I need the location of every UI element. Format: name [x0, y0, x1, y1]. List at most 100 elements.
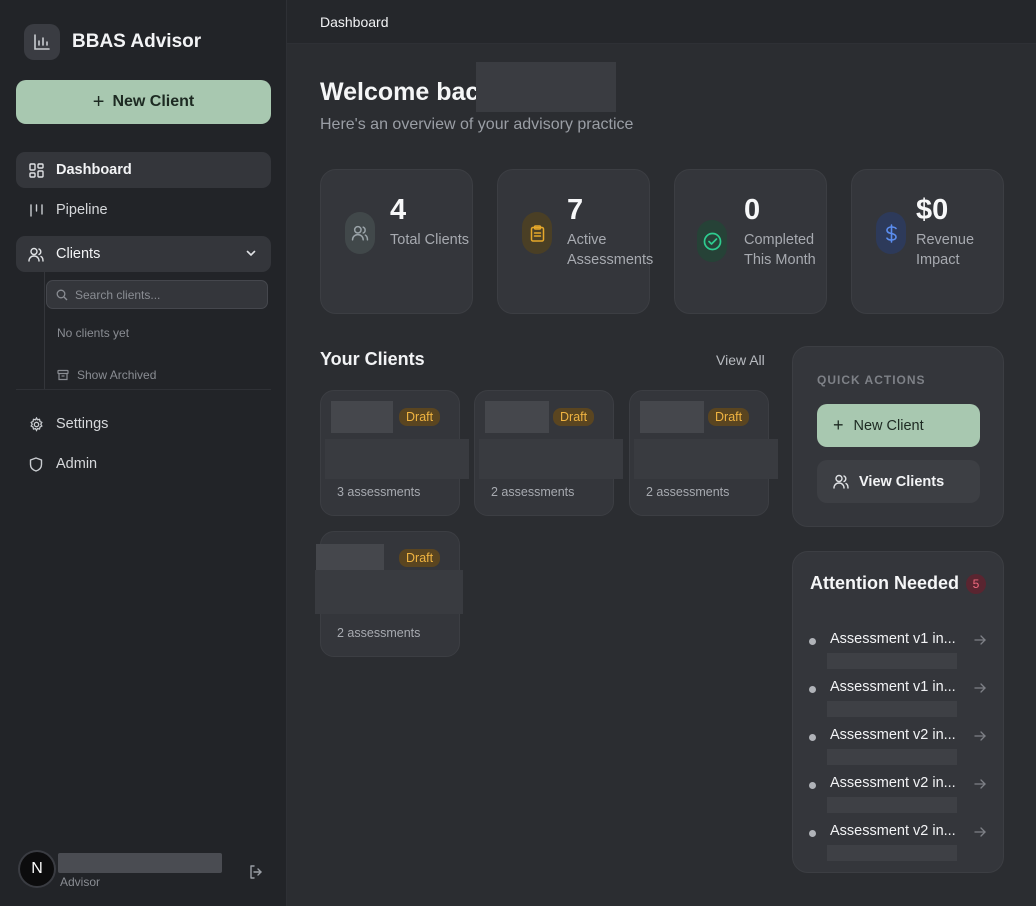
stat-value: 7 — [567, 194, 584, 226]
sidebar-item-label: Admin — [56, 456, 98, 472]
sidebar-item-label: Settings — [56, 416, 109, 432]
bar-chart-icon — [24, 24, 60, 60]
sidebar-item-label: Pipeline — [56, 202, 108, 218]
sidebar-item-dashboard[interactable]: Dashboard — [16, 152, 271, 188]
your-clients-title: Your Clients — [320, 349, 425, 369]
attention-item-label: Assessment v2 in... — [830, 727, 956, 743]
clients-subpanel: No clients yet Show Archived — [44, 272, 271, 390]
arrow-right-icon — [974, 635, 986, 645]
user-role: Advisor — [60, 875, 101, 889]
client-name-redacted — [331, 401, 393, 433]
view-all-link[interactable]: View All — [716, 352, 765, 368]
attention-item[interactable]: Assessment v1 in... — [809, 631, 989, 671]
page-title: Welcome bac — [320, 78, 480, 106]
attention-item[interactable]: Assessment v2 in... — [809, 775, 989, 815]
stat-label: Active Assessments — [567, 232, 654, 268]
users-icon — [345, 212, 375, 254]
no-clients-text: No clients yet — [57, 326, 130, 340]
check-circle-icon — [697, 220, 727, 262]
stat-card-revenue-impact: $0 Revenue Impact — [851, 169, 1004, 314]
client-card[interactable]: Draft 2 assessments — [315, 531, 463, 657]
sidebar-item-label: Dashboard — [56, 162, 132, 178]
client-card[interactable]: Draft 2 assessments — [629, 390, 778, 516]
attention-item[interactable]: Assessment v2 in... — [809, 727, 989, 767]
quick-new-client-button[interactable]: + New Client — [817, 404, 980, 447]
bullet-dot — [809, 734, 816, 741]
client-details-redacted — [325, 439, 469, 479]
sidebar-item-label: Clients — [56, 246, 101, 262]
topbar: Dashboard — [287, 0, 1036, 44]
attention-item-label: Assessment v1 in... — [830, 631, 956, 647]
attention-item[interactable]: Assessment v1 in... — [809, 679, 989, 719]
assessment-count: 2 assessments — [337, 626, 421, 640]
page-subtitle: Here's an overview of your advisory prac… — [320, 116, 634, 133]
attention-item[interactable]: Assessment v2 in... — [809, 823, 989, 863]
client-search-box[interactable] — [46, 280, 268, 309]
sidebar-item-settings[interactable]: Settings — [16, 406, 271, 442]
stat-label: Total Clients — [390, 232, 469, 248]
sidebar-item-clients[interactable]: Clients — [16, 236, 271, 272]
stat-label: Revenue Impact — [916, 232, 975, 268]
bullet-dot — [809, 830, 816, 837]
user-name-redacted — [476, 62, 616, 112]
status-badge: Draft — [553, 408, 595, 426]
arrow-right-icon — [974, 827, 986, 837]
view-clients-button[interactable]: View Clients — [817, 460, 980, 503]
archive-icon — [57, 369, 69, 381]
client-card[interactable]: Draft 2 assessments — [474, 390, 623, 516]
quick-actions-title: QUICK ACTIONS — [817, 373, 926, 387]
attention-needed-card: Attention Needed 5 Assessment v1 in... A… — [792, 551, 1004, 873]
item-detail-redacted — [827, 749, 957, 765]
quick-actions-card: QUICK ACTIONS + New Client View Clients — [792, 346, 1004, 527]
attention-item-label: Assessment v1 in... — [830, 679, 956, 695]
item-detail-redacted — [827, 701, 957, 717]
arrow-right-icon — [974, 731, 986, 741]
show-archived-label: Show Archived — [77, 368, 157, 382]
stat-card-active-assessments: 7 Active Assessments — [497, 169, 653, 314]
avatar: N — [20, 852, 54, 886]
sidebar-new-client-button[interactable]: + New Client — [16, 80, 271, 124]
client-details-redacted — [315, 570, 463, 614]
clipboard-icon — [522, 212, 552, 254]
arrow-right-icon — [974, 683, 986, 693]
sidebar-item-pipeline[interactable]: Pipeline — [16, 192, 271, 228]
divider — [16, 389, 271, 390]
user-name-redacted — [58, 853, 222, 873]
client-name-redacted — [316, 544, 384, 570]
item-detail-redacted — [827, 845, 957, 861]
bullet-dot — [809, 686, 816, 693]
arrow-right-icon — [974, 779, 986, 789]
item-detail-redacted — [827, 797, 957, 813]
assessment-count: 2 assessments — [491, 485, 575, 499]
new-client-label: New Client — [112, 93, 195, 110]
client-details-redacted — [479, 439, 623, 479]
assessment-count: 2 assessments — [646, 485, 730, 499]
stat-value: 0 — [744, 194, 761, 226]
search-icon — [56, 289, 68, 300]
client-details-redacted — [634, 439, 778, 479]
plus-icon: + — [833, 415, 844, 435]
users-icon — [28, 246, 44, 262]
users-icon — [833, 474, 849, 489]
sidebar-item-admin[interactable]: Admin — [16, 446, 271, 482]
user-profile[interactable]: N Advisor — [16, 850, 271, 890]
pipeline-icon — [28, 202, 44, 218]
bullet-dot — [809, 782, 816, 789]
status-badge: Draft — [399, 549, 441, 567]
chevron-down-icon[interactable] — [245, 247, 257, 263]
stat-label: Completed This Month — [744, 232, 816, 268]
client-card[interactable]: Draft 3 assessments — [320, 390, 469, 516]
client-search-input[interactable] — [75, 287, 255, 302]
brand[interactable]: BBAS Advisor — [24, 24, 201, 60]
breadcrumb: Dashboard — [320, 14, 389, 30]
stat-card-completed-month: 0 Completed This Month — [674, 169, 827, 314]
attention-item-label: Assessment v2 in... — [830, 823, 956, 839]
show-archived-link[interactable]: Show Archived — [57, 368, 156, 382]
client-name-redacted — [640, 401, 704, 433]
logout-icon[interactable] — [248, 864, 264, 885]
dashboard-grid-icon — [28, 162, 44, 178]
attention-title: Attention Needed — [810, 573, 960, 593]
bullet-dot — [809, 638, 816, 645]
client-name-redacted — [485, 401, 549, 433]
button-label: New Client — [853, 417, 924, 434]
